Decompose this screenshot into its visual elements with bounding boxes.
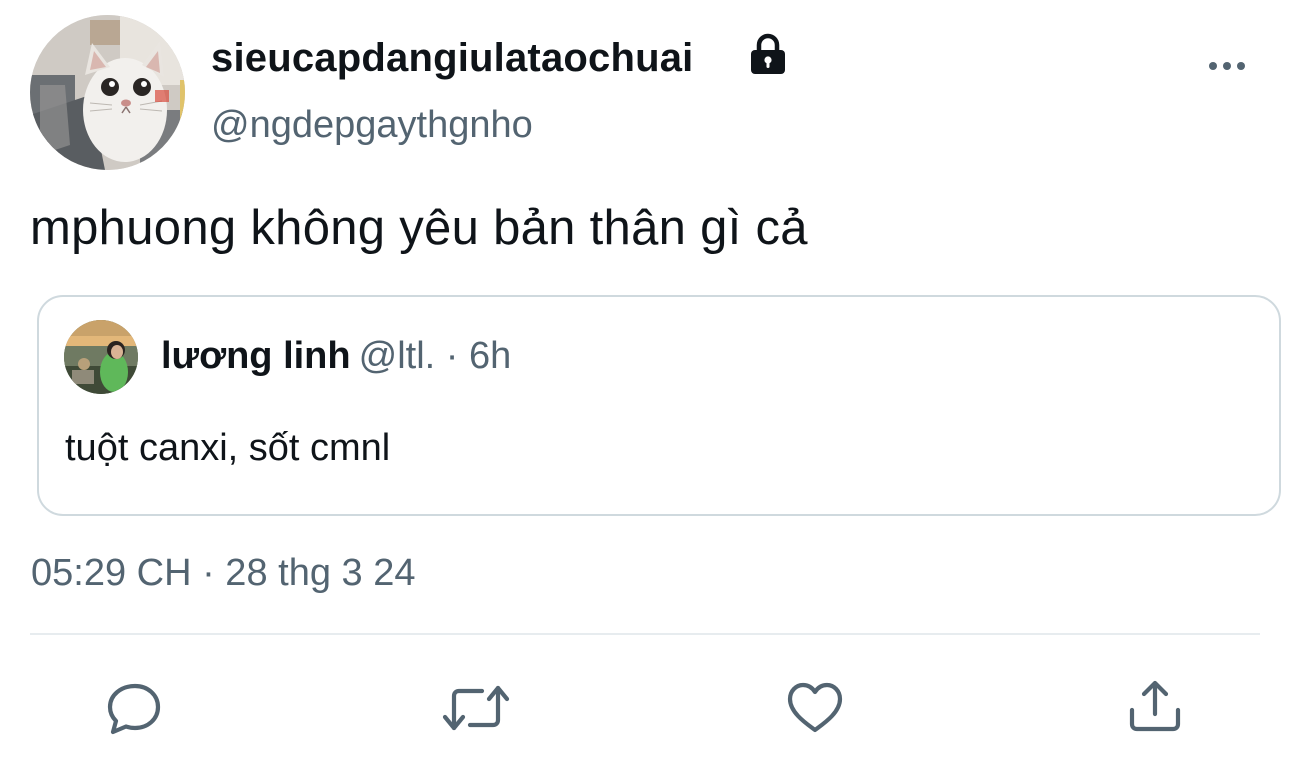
- quoted-tweet-header: lương linh @ltl. · 6h: [161, 335, 511, 378]
- quoted-author-avatar[interactable]: [64, 320, 138, 394]
- quoted-author-meta: @ltl. · 6h: [358, 335, 512, 377]
- retweet-button[interactable]: [442, 680, 510, 736]
- like-icon: [787, 682, 843, 733]
- reply-icon: [107, 683, 161, 735]
- divider: [30, 633, 1260, 635]
- reply-button[interactable]: [104, 680, 164, 736]
- share-icon: [1129, 680, 1181, 732]
- like-button[interactable]: [785, 680, 845, 736]
- share-button[interactable]: [1125, 680, 1185, 736]
- tweet-timestamp[interactable]: 05:29 CH · 28 thg 3 24: [31, 552, 415, 595]
- lock-icon: [751, 33, 785, 74]
- quoted-tweet[interactable]: lương linh @ltl. · 6h tuột canxi, sốt cmn…: [37, 295, 1281, 516]
- tweet-text: mphuong không yêu bản thân gì cả: [30, 201, 808, 255]
- retweet-icon: [442, 685, 510, 731]
- author-display-name[interactable]: sieucapdangiulataochuai: [211, 36, 694, 81]
- author-avatar[interactable]: [30, 15, 185, 170]
- quoted-author-name[interactable]: lương linh: [161, 335, 351, 377]
- more-options-icon[interactable]: [1207, 58, 1247, 74]
- tweet: sieucapdangiulataochuai @ngdepgaythgnho …: [0, 0, 1290, 778]
- quoted-tweet-text: tuột canxi, sốt cmnl: [65, 427, 391, 469]
- author-handle[interactable]: @ngdepgaythgnho: [211, 104, 533, 147]
